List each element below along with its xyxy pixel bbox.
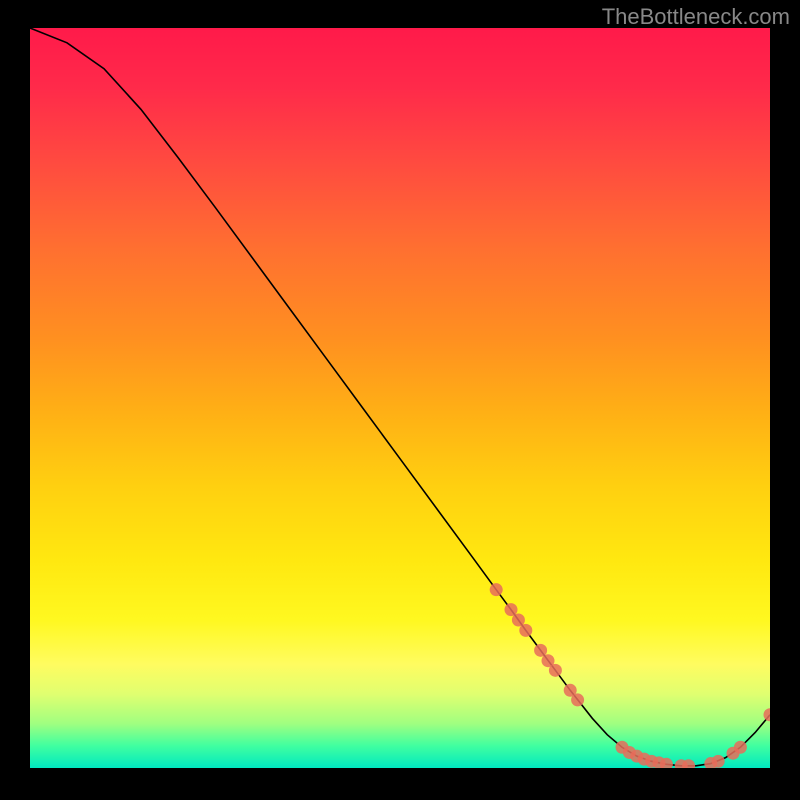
chart-curve (30, 28, 770, 766)
watermark-text: TheBottleneck.com (602, 4, 790, 30)
chart-markers (490, 583, 770, 768)
chart-svg (30, 28, 770, 768)
